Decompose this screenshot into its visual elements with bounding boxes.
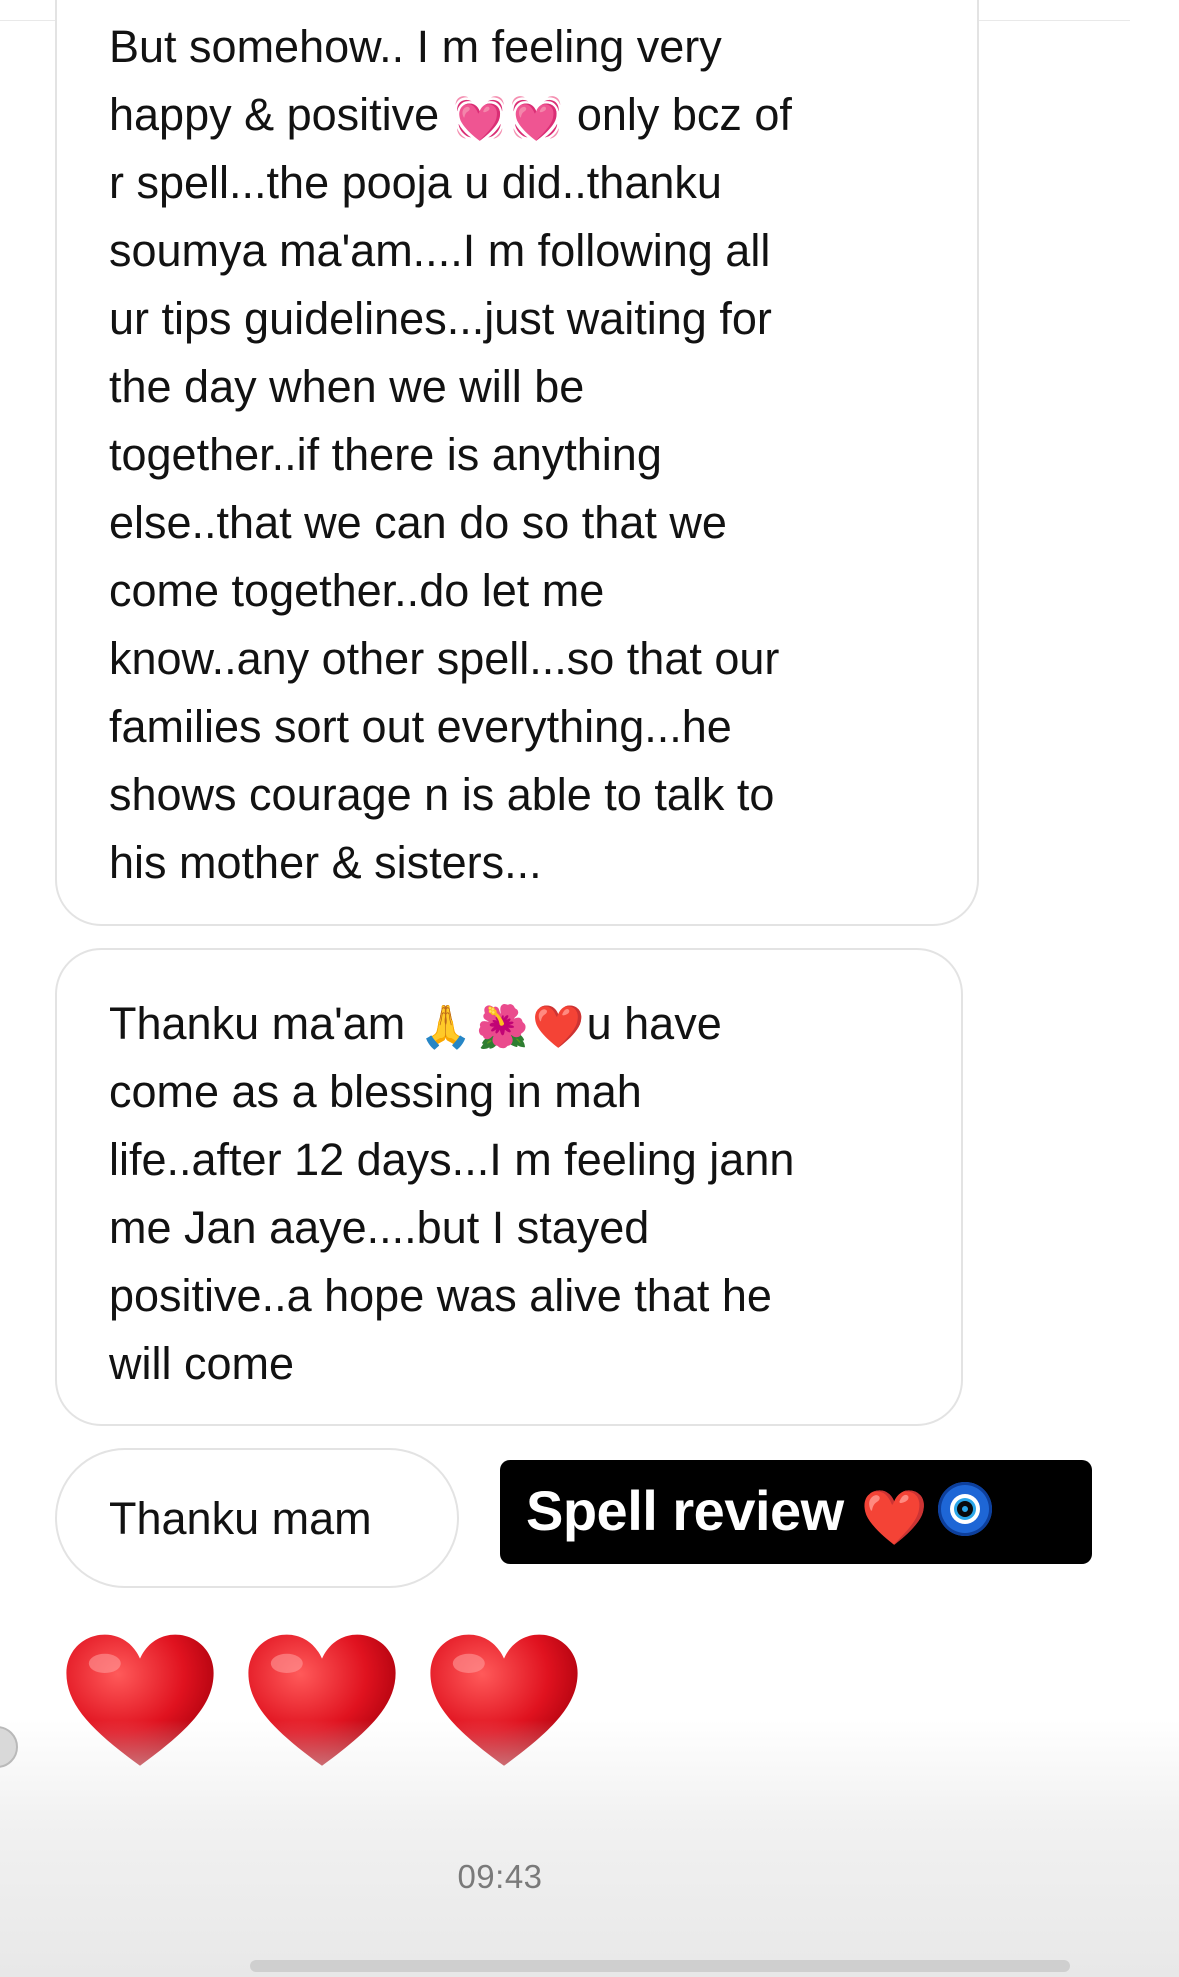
evil-eye-icon: [937, 1482, 992, 1536]
message-text: Thanku mam: [109, 1493, 372, 1544]
sparkling-heart-icon: 💓: [510, 94, 563, 141]
message-text-part: u have come as a blessing in mah life..a…: [109, 998, 795, 1389]
message-bubble-incoming[interactable]: Thanku ma'am 🙏🌺❤️u have come as a blessi…: [55, 948, 963, 1426]
red-heart-icon: ❤️: [860, 1488, 928, 1548]
chat-screen: But somehow.. I m feeling very happy & p…: [0, 0, 1179, 1977]
message-timestamp: 09:43: [457, 1858, 543, 1895]
message-bubble-incoming[interactable]: But somehow.. I m feeling very happy & p…: [55, 0, 979, 926]
message-text: Thanku ma'am 🙏🌺❤️u have come as a blessi…: [109, 990, 921, 1398]
spell-review-sticker: Spell review ❤️: [500, 1460, 1092, 1564]
message-text-part: Thanku ma'am: [109, 998, 418, 1049]
message-text-part: only bcz of r spell...the pooja u did..t…: [109, 89, 792, 888]
sparkling-heart-icon: 💓: [453, 94, 507, 141]
red-heart-icon: ❤️: [532, 1003, 585, 1050]
sticker-text: Spell review: [526, 1479, 859, 1542]
folded-hands-icon: 🙏: [419, 1003, 473, 1050]
bottom-gradient: [0, 1720, 1179, 1977]
home-indicator[interactable]: [250, 1960, 1070, 1972]
hibiscus-icon: 🌺: [476, 1003, 529, 1050]
message-text: But somehow.. I m feeling very happy & p…: [109, 13, 937, 897]
message-bubble-incoming[interactable]: Thanku mam: [55, 1448, 459, 1588]
